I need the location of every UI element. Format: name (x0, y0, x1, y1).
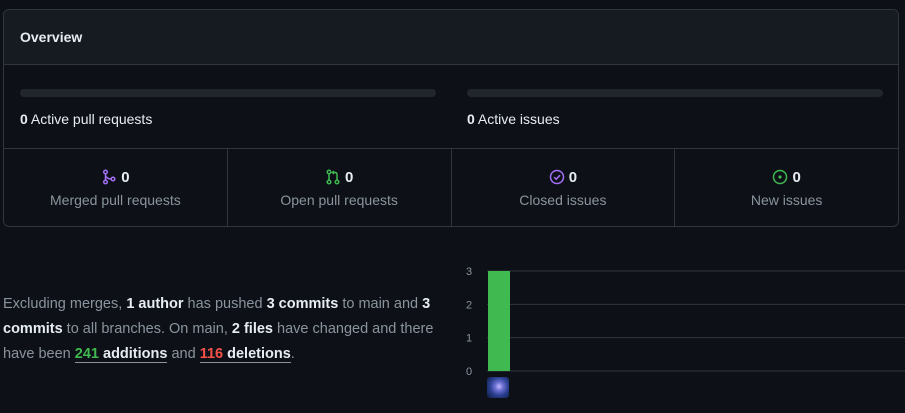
summary-text: has pushed (183, 296, 267, 312)
summary-text: to all branches. On main, (62, 321, 232, 337)
main-commits-count: 3 commits (266, 296, 339, 312)
commits-chart: 0 1 2 3 (462, 262, 905, 402)
commits-chart-svg: 0 1 2 3 (466, 266, 905, 377)
commit-summary: Excluding merges, 1 author has pushed 3 … (3, 292, 453, 367)
y-tick-label: 2 (466, 299, 472, 311)
open-issue-icon (772, 169, 788, 185)
overview-panel: Overview 0 Active pull requests 0 Active… (3, 9, 899, 227)
y-tick-label: 3 (466, 266, 472, 278)
active-issues[interactable]: 0 Active issues (467, 89, 883, 127)
deletions-count: 116 (199, 346, 224, 362)
active-issues-progress (467, 89, 883, 97)
closed-issue-label: Closed issues (519, 191, 607, 208)
open-pr-icon (325, 169, 341, 185)
active-prs-text: 0 Active pull requests (20, 111, 436, 127)
active-issues-label: Active issues (477, 111, 560, 127)
open-pr-label: Open pull requests (280, 191, 398, 208)
additions-count: 241 (74, 346, 99, 362)
author-count-link[interactable]: 1 author (126, 296, 183, 312)
active-issues-text: 0 Active issues (467, 111, 883, 127)
y-tick-label: 1 (466, 333, 472, 345)
y-tick-label: 0 (466, 366, 472, 377)
stat-open-prs[interactable]: 0 Open pull requests (228, 149, 452, 226)
new-issue-label: New issues (750, 191, 823, 208)
overview-header: Overview (4, 10, 898, 65)
active-issues-count: 0 (467, 111, 475, 127)
active-prs-progress (20, 89, 436, 97)
closed-issue-icon (549, 169, 565, 185)
deletions-link[interactable]: 116 deletions (199, 346, 291, 363)
merged-pr-label: Merged pull requests (50, 191, 181, 208)
commit-bar[interactable] (488, 271, 510, 371)
summary-text: and (167, 346, 200, 362)
active-prs-count: 0 (20, 111, 28, 127)
additions-link[interactable]: 241 additions (74, 346, 168, 363)
merged-pr-icon (101, 169, 117, 185)
active-prs[interactable]: 0 Active pull requests (20, 89, 436, 127)
new-issue-count: 0 (792, 168, 801, 186)
deletions-label: deletions (227, 346, 291, 362)
summary-text: Excluding merges, (3, 296, 127, 312)
stat-closed-issues[interactable]: 0 Closed issues (452, 149, 676, 226)
open-pr-count: 0 (344, 168, 354, 186)
summary-text: . (290, 346, 295, 362)
summary-text: to main and (338, 296, 423, 312)
overview-stats: 0 Merged pull requests 0 Open pull reque… (4, 149, 898, 226)
stat-new-issues[interactable]: 0 New issues (675, 149, 898, 226)
active-summary-row: 0 Active pull requests 0 Active issues (4, 65, 898, 149)
files-changed-count: 2 files (231, 321, 273, 337)
author-avatar[interactable] (487, 377, 509, 398)
closed-issue-count: 0 (568, 168, 578, 186)
stat-merged-prs[interactable]: 0 Merged pull requests (4, 149, 228, 226)
merged-pr-count: 0 (121, 168, 130, 186)
additions-label: additions (103, 346, 168, 362)
active-prs-label: Active pull requests (30, 111, 153, 127)
overview-title: Overview (20, 29, 83, 45)
